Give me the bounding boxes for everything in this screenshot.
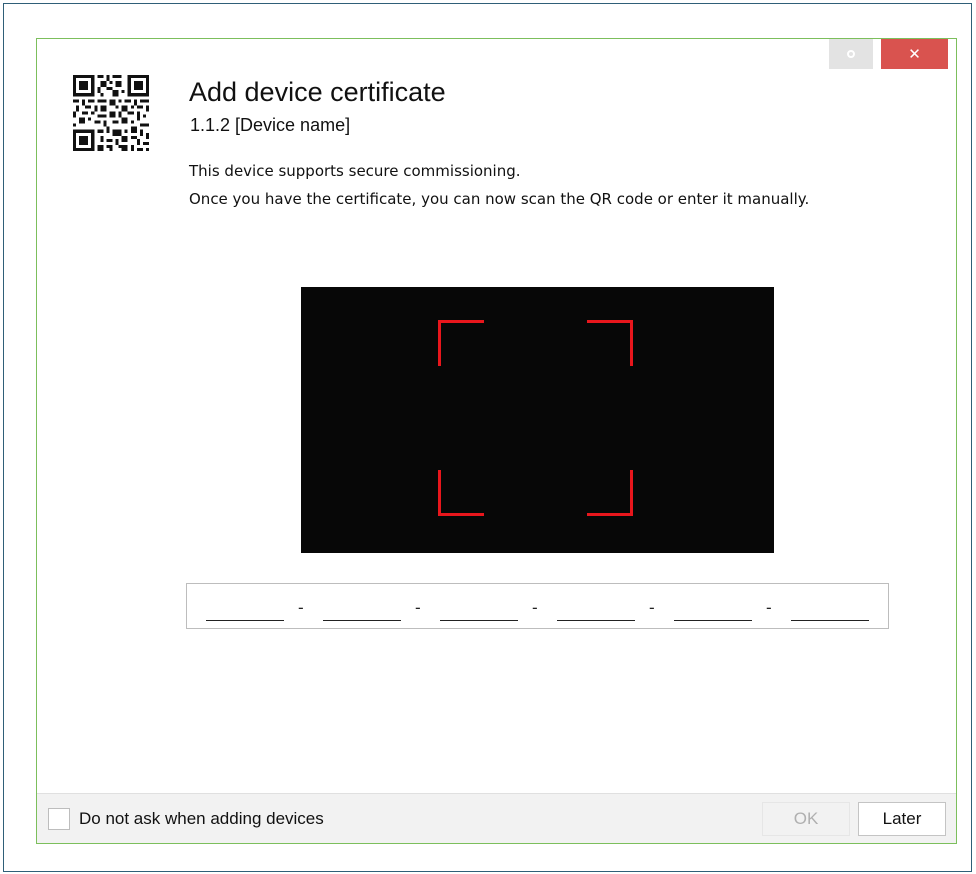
description-line-2: Once you have the certificate, you can n… — [189, 190, 810, 208]
scan-frame-corner-top-right — [587, 320, 633, 366]
ok-button[interactable]: OK — [762, 802, 850, 836]
code-separator: - — [415, 598, 421, 617]
qr-scanner-view[interactable] — [301, 287, 774, 553]
close-icon: ✕ — [908, 45, 921, 63]
code-segment-1[interactable] — [206, 620, 284, 621]
code-separator: - — [298, 598, 304, 617]
close-button[interactable]: ✕ — [881, 39, 948, 69]
scan-frame-corner-top-left — [438, 320, 484, 366]
code-segment-4[interactable] — [557, 620, 635, 621]
code-separator: - — [532, 598, 538, 617]
certificate-code-input[interactable]: - - - - - — [186, 583, 889, 629]
circle-icon — [847, 50, 855, 58]
restore-button[interactable] — [829, 39, 873, 69]
later-button[interactable]: Later — [858, 802, 946, 836]
code-segment-6[interactable] — [791, 620, 869, 621]
device-subtitle: 1.1.2 [Device name] — [190, 115, 351, 135]
do-not-ask-checkbox[interactable] — [48, 808, 70, 830]
do-not-ask-label[interactable]: Do not ask when adding devices — [79, 809, 324, 829]
code-separator: - — [649, 598, 655, 617]
dialog-title: Add device certificate — [189, 77, 446, 107]
code-segment-5[interactable] — [674, 620, 752, 621]
code-separator: - — [766, 598, 772, 617]
dialog-footer: Do not ask when adding devices OK Later — [37, 793, 956, 843]
description-line-1: This device supports secure commissionin… — [189, 162, 521, 180]
qr-code-icon — [73, 75, 149, 151]
code-segment-3[interactable] — [440, 620, 518, 621]
scan-frame-corner-bottom-right — [587, 470, 633, 516]
scan-frame-corner-bottom-left — [438, 470, 484, 516]
code-segment-2[interactable] — [323, 620, 401, 621]
